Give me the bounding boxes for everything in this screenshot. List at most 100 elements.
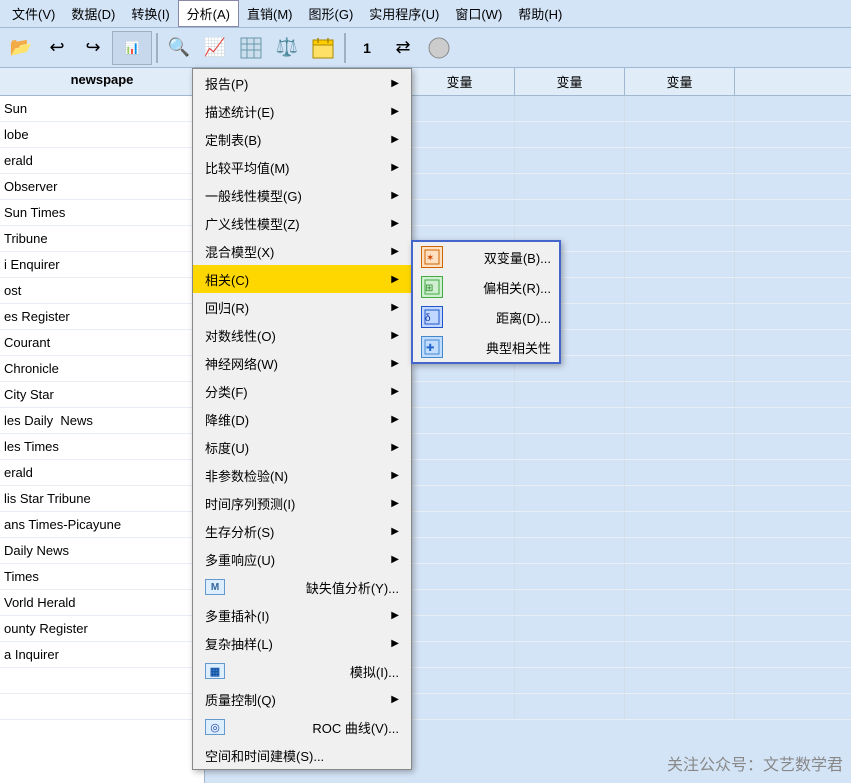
menu-item-simulate[interactable]: ▦ 模拟(I)... xyxy=(193,657,411,685)
list-item: Times xyxy=(0,564,204,590)
list-item: les Times xyxy=(0,434,204,460)
menu-item-spatial[interactable]: 空间和时间建模(S)... xyxy=(193,741,411,769)
toolbar-scale[interactable]: ⚖️ xyxy=(270,31,304,65)
toolbar-chart[interactable]: 📈 xyxy=(198,31,232,65)
list-item: Observer xyxy=(0,174,204,200)
analyze-menu[interactable]: 报告(P) ▶ 描述统计(E) ▶ 定制表(B) ▶ 比较平均值(M) ▶ 一般… xyxy=(192,68,412,770)
menu-utilities[interactable]: 实用程序(U) xyxy=(361,1,447,26)
menu-item-timeseries[interactable]: 时间序列预测(I) ▶ xyxy=(193,489,411,517)
menu-help[interactable]: 帮助(H) xyxy=(510,1,570,26)
svg-text:✶: ✶ xyxy=(426,253,434,264)
arrow-icon: ▶ xyxy=(391,162,399,173)
menu-item-multiple-imputation[interactable]: 多重插补(I) ▶ xyxy=(193,601,411,629)
list-item: lobe xyxy=(0,122,204,148)
partial-icon: ⊞ xyxy=(421,276,443,298)
arrow-icon: ▶ xyxy=(391,274,399,285)
menu-item-scale[interactable]: 标度(U) ▶ xyxy=(193,433,411,461)
menu-item-descriptive[interactable]: 描述统计(E) ▶ xyxy=(193,97,411,125)
arrow-icon: ▶ xyxy=(391,330,399,341)
menu-item-compare-means[interactable]: 比较平均值(M) ▶ xyxy=(193,153,411,181)
menu-item-canonical[interactable]: ✚ 典型相关性 xyxy=(413,332,559,362)
menu-item-neural[interactable]: 神经网络(W) ▶ xyxy=(193,349,411,377)
menu-item-tables[interactable]: 定制表(B) ▶ xyxy=(193,125,411,153)
toolbar-find[interactable]: 🔍 xyxy=(162,31,196,65)
canonical-icon: ✚ xyxy=(421,336,443,358)
svg-text:δ: δ xyxy=(425,313,431,324)
menu-item-distance[interactable]: δ 距离(D)... xyxy=(413,302,559,332)
menu-directmarketing[interactable]: 直销(M) xyxy=(239,1,301,26)
toolbar-circle[interactable] xyxy=(422,31,456,65)
arrow-icon: ▶ xyxy=(391,414,399,425)
menu-item-glm[interactable]: 一般线性模型(G) ▶ xyxy=(193,181,411,209)
menu-window[interactable]: 窗口(W) xyxy=(447,1,510,26)
left-panel-header: newspape xyxy=(0,68,204,96)
arrow-icon: ▶ xyxy=(391,526,399,537)
menu-item-correlate[interactable]: 相关(C) ▶ xyxy=(193,265,411,293)
list-item: i Enquirer xyxy=(0,252,204,278)
simulate-icon: ▦ xyxy=(205,663,225,679)
toolbar-extra[interactable]: 📊 xyxy=(112,31,152,65)
menu-data[interactable]: 数据(D) xyxy=(63,1,123,26)
toolbar-sep-1 xyxy=(156,33,158,63)
menu-item-nonparam[interactable]: 非参数检验(N) ▶ xyxy=(193,461,411,489)
list-item: les Daily News xyxy=(0,408,204,434)
list-item: Chronicle xyxy=(0,356,204,382)
list-item: es Register xyxy=(0,304,204,330)
arrow-icon: ▶ xyxy=(391,78,399,89)
arrow-icon: ▶ xyxy=(391,442,399,453)
menu-item-survival[interactable]: 生存分析(S) ▶ xyxy=(193,517,411,545)
arrow-icon: ▶ xyxy=(391,358,399,369)
menu-item-classify[interactable]: 分类(F) ▶ xyxy=(193,377,411,405)
list-item: Sun xyxy=(0,96,204,122)
menu-item-regression[interactable]: 回归(R) ▶ xyxy=(193,293,411,321)
list-item: ost xyxy=(0,278,204,304)
col-header-var2: 变量 xyxy=(405,68,515,95)
toolbar-calendar[interactable] xyxy=(306,31,340,65)
menu-analyze[interactable]: 分析(A) xyxy=(178,0,239,27)
col-header-var3: 变量 xyxy=(515,68,625,95)
main-area: newspape Sun lobe erald Observer Sun Tim… xyxy=(0,68,851,783)
arrow-icon: ▶ xyxy=(391,498,399,509)
col-header-var4: 变量 xyxy=(625,68,735,95)
menu-item-roc[interactable]: ◎ ROC 曲线(V)... xyxy=(193,713,411,741)
menu-item-bivariate[interactable]: ✶ 双变量(B)... xyxy=(413,242,559,272)
menu-item-reduce[interactable]: 降维(D) ▶ xyxy=(193,405,411,433)
list-item: Sun Times xyxy=(0,200,204,226)
bivariate-icon: ✶ xyxy=(421,246,443,268)
menu-item-multiple-response[interactable]: 多重响应(U) ▶ xyxy=(193,545,411,573)
toolbar-open[interactable]: 📂 xyxy=(4,31,38,65)
toolbar-table[interactable] xyxy=(234,31,268,65)
arrow-icon: ▶ xyxy=(391,554,399,565)
missing-icon: M xyxy=(205,579,225,595)
menu-item-quality[interactable]: 质量控制(Q) ▶ xyxy=(193,685,411,713)
list-item xyxy=(0,668,204,694)
list-item: Daily News xyxy=(0,538,204,564)
list-item: a Inquirer xyxy=(0,642,204,668)
menu-item-report[interactable]: 报告(P) ▶ xyxy=(193,69,411,97)
menu-graphs[interactable]: 图形(G) xyxy=(301,1,362,26)
menu-transform[interactable]: 转换(I) xyxy=(123,1,177,26)
arrow-icon: ▶ xyxy=(391,386,399,397)
arrow-icon: ▶ xyxy=(391,218,399,229)
list-item: City Star xyxy=(0,382,204,408)
correlate-submenu[interactable]: ✶ 双变量(B)... ⊞ 偏相关(R)... δ xyxy=(411,240,561,364)
toolbar: 📂 ↩ ↪ 📊 🔍 📈 ⚖️ 1 ⇄ xyxy=(0,28,851,68)
arrow-icon: ▶ xyxy=(391,694,399,705)
toolbar-number[interactable]: 1 xyxy=(350,31,384,65)
menu-file[interactable]: 文件(V) xyxy=(4,1,63,26)
menu-item-missing[interactable]: M 缺失值分析(Y)... xyxy=(193,573,411,601)
arrow-icon: ▶ xyxy=(391,610,399,621)
list-item: Courant xyxy=(0,330,204,356)
toolbar-redo[interactable]: ↪ xyxy=(76,31,110,65)
list-item: erald xyxy=(0,460,204,486)
list-item: ans Times-Picayune xyxy=(0,512,204,538)
toolbar-arrows[interactable]: ⇄ xyxy=(386,31,420,65)
menu-item-mixed[interactable]: 混合模型(X) ▶ xyxy=(193,237,411,265)
arrow-icon: ▶ xyxy=(391,134,399,145)
toolbar-undo[interactable]: ↩ xyxy=(40,31,74,65)
menu-item-partial[interactable]: ⊞ 偏相关(R)... xyxy=(413,272,559,302)
menu-item-gzlm[interactable]: 广义线性模型(Z) ▶ xyxy=(193,209,411,237)
menu-item-complex[interactable]: 复杂抽样(L) ▶ xyxy=(193,629,411,657)
menu-item-loglinear[interactable]: 对数线性(O) ▶ xyxy=(193,321,411,349)
svg-text:✚: ✚ xyxy=(426,343,434,354)
